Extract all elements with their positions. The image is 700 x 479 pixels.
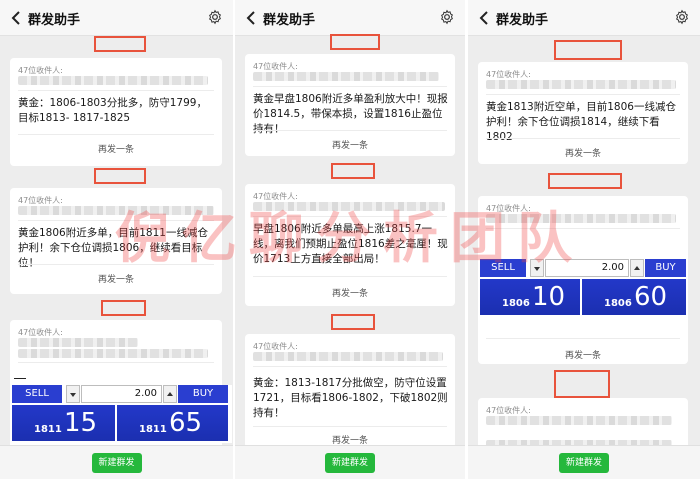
new-broadcast-button[interactable]: 新建群发 <box>559 453 609 473</box>
receiver-count-label: 47位收件人: <box>253 62 298 71</box>
buy-price-box[interactable]: 1806 60 <box>582 279 686 315</box>
message-card: 47位收件人: 黄金早盘1806附近多单盈利放大中！现报价1814.5，带保本损… <box>245 54 455 156</box>
footer-bar: 新建群发 <box>468 445 700 479</box>
recipient-names <box>486 80 676 89</box>
timestamp-highlight <box>94 36 146 52</box>
resend-button[interactable]: 再发一条 <box>10 142 222 155</box>
price-prefix: 1811 <box>139 424 167 435</box>
back-arrow-icon[interactable] <box>478 9 492 27</box>
price-prefix: 1806 <box>502 298 530 309</box>
header-bar: 群发助手 <box>235 0 465 36</box>
sell-price-box[interactable]: 1806 10 <box>480 279 580 315</box>
page-title: 群发助手 <box>496 13 549 28</box>
watermark-text: 倪亿聊分析团队 <box>115 206 585 270</box>
buy-button[interactable]: BUY <box>178 385 228 403</box>
quantity-decrease-button[interactable] <box>66 385 80 403</box>
quantity-increase-button[interactable] <box>163 385 177 403</box>
recipient-names <box>253 72 439 81</box>
chevron-down-icon <box>70 393 76 397</box>
header-bar: 群发助手 <box>0 0 233 36</box>
chevron-up-icon <box>634 266 640 270</box>
message-text: 黄金：1806-1803分批多，防守1799，目标1813- 1817-1825 <box>18 97 207 124</box>
page-title: 群发助手 <box>263 13 316 28</box>
timestamp-highlight <box>331 163 375 179</box>
price-prefix: 1806 <box>604 298 632 309</box>
message-card: 47位收件人: 黄金：1813-1817分批做空，防守位设置1721，目标看18… <box>245 334 455 448</box>
timestamp-highlight <box>548 173 622 189</box>
resend-button[interactable]: 再发一条 <box>245 138 455 151</box>
price-prefix: 1811 <box>34 424 62 435</box>
buy-button[interactable]: BUY <box>645 259 686 277</box>
timestamp-highlight <box>331 314 375 330</box>
quantity-input[interactable]: 2.00 <box>81 385 162 403</box>
price-pips: 65 <box>169 408 203 438</box>
sell-button[interactable]: SELL <box>12 385 62 403</box>
recipient-names <box>18 76 208 85</box>
recipient-names <box>18 349 208 358</box>
timestamp-highlight <box>554 370 610 398</box>
timestamp-highlight <box>101 300 146 316</box>
back-arrow-icon[interactable] <box>245 9 259 27</box>
gear-icon[interactable] <box>439 9 455 25</box>
receiver-count-label: 47位收件人: <box>18 328 63 337</box>
message-card: 47位收件人: 黄金：1806-1803分批多，防守1799，目标1813- 1… <box>10 58 222 166</box>
footer-bar: 新建群发 <box>235 445 465 479</box>
price-pips: 15 <box>64 408 98 438</box>
receiver-count-label: 47位收件人: <box>486 70 531 79</box>
recipient-names <box>486 416 672 425</box>
receiver-count-label: 47位收件人: <box>486 406 531 415</box>
footer-bar: 新建群发 <box>0 445 233 479</box>
timestamp-highlight <box>94 168 146 184</box>
trade-widget: SELL 2.00 BUY 1811 15 1811 65 <box>12 385 232 443</box>
timestamp-highlight <box>554 40 622 60</box>
gear-icon[interactable] <box>207 9 223 25</box>
price-pips: 10 <box>532 282 566 312</box>
back-arrow-icon[interactable] <box>10 9 24 27</box>
message-text: 黄金：1813-1817分批做空，防守位设置1721，目标看1806-1802，… <box>253 377 448 419</box>
page-title: 群发助手 <box>28 13 81 28</box>
receiver-count-label: 47位收件人: <box>18 66 63 75</box>
buy-price-box[interactable]: 1811 65 <box>117 405 228 441</box>
quantity-increase-button[interactable] <box>630 259 644 277</box>
resend-button[interactable]: 再发一条 <box>478 146 688 159</box>
recipient-names <box>253 352 443 361</box>
price-pips: 60 <box>634 282 668 312</box>
new-broadcast-button[interactable]: 新建群发 <box>325 453 375 473</box>
message-card: 47位收件人: 黄金1813附近空单，目前1806一线减仓护利！余下仓位调损18… <box>478 62 688 164</box>
receiver-count-label: 47位收件人: <box>253 342 298 351</box>
timestamp-highlight <box>330 34 380 50</box>
gear-icon[interactable] <box>674 9 690 25</box>
receiver-count-label: 47位收件人: <box>18 196 63 205</box>
recipient-names <box>18 338 138 347</box>
new-broadcast-button[interactable]: 新建群发 <box>91 453 142 473</box>
header-bar: 群发助手 <box>468 0 700 36</box>
resend-button[interactable]: 再发一条 <box>245 286 455 299</box>
chevron-up-icon <box>167 392 173 396</box>
sell-price-box[interactable]: 1811 15 <box>12 405 115 441</box>
resend-button[interactable]: 再发一条 <box>10 272 222 285</box>
resend-button[interactable]: 再发一条 <box>478 348 688 361</box>
